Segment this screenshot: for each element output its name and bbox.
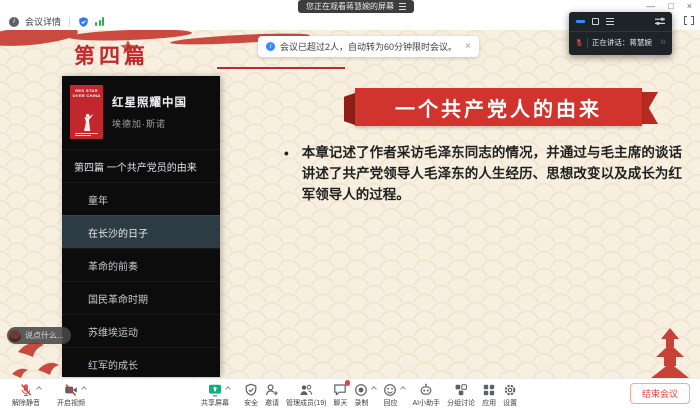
ai-robot-icon [419,383,433,397]
panel-grid-view-icon[interactable] [592,18,599,25]
speaking-indicator: 正在讲话：蒋慧婉 [592,37,652,48]
decorative-rule [217,67,345,69]
window-minimize-button[interactable]: — [646,1,655,11]
chat-placeholder: 说点什么... [25,330,64,341]
meeting-notification: i 会议已超过2人，自动转为60分钟限时会议。 × [258,36,479,57]
slide-body-paragraph: • 本章记述了作者采访毛泽东同志的情况，并通过与毛主席的谈话讲述了共产党领导人毛… [284,143,682,206]
toc-item-prelude-revolution[interactable]: 革命的前奏 [62,248,220,281]
collapse-chevrons-icon[interactable]: » [660,37,666,48]
notification-text: 会议已超过2人，自动转为60分钟限时会议。 [280,40,457,53]
settings-button[interactable]: 设置 [503,382,517,408]
toc-item-soviet-movement[interactable]: 苏维埃运动 [62,314,220,347]
panel-layout-settings-icon[interactable] [655,17,665,26]
book-author: 埃德加·斯诺 [112,117,187,130]
smiley-reaction-icon [383,383,397,397]
meeting-app-window: 您正在观看蒋慧婉的屏幕 — □ × i 会议详情 [0,0,700,410]
book-header: RED STAR OVER CHINA 红星照耀中国 埃德加·斯诺 [62,76,220,149]
watching-screen-text: 您正在观看蒋慧婉的屏幕 [306,1,394,12]
slide-banner-title: 一个共产党人的由来 [355,88,642,126]
security-shield-icon[interactable] [78,16,89,28]
toc-item-changsha-days[interactable]: 在长沙的日子 [62,215,220,248]
panel-minimize-icon[interactable] [576,20,585,23]
hamburger-icon[interactable] [399,3,406,10]
chevron-up-icon[interactable] [401,386,407,392]
security-button[interactable]: 安全 [244,382,258,408]
record-icon [354,383,368,397]
bugler-silhouette-icon [74,103,98,133]
reactions-button[interactable]: 回应 [383,382,397,408]
chevron-up-icon[interactable] [81,386,87,392]
info-icon: i [266,42,275,51]
notification-close-button[interactable]: × [465,41,471,52]
members-icon [299,383,313,397]
muted-mic-icon [575,37,583,48]
unmute-button[interactable]: 解除静音 [12,382,40,408]
camera-off-icon [64,383,78,397]
book-title: 红星照耀中国 [112,94,187,110]
slide-section-title: 第四篇 [74,40,149,70]
slide-body-text: 本章记述了作者采访毛泽东同志的情况，并通过与毛主席的谈话讲述了共产党领导人毛泽东… [302,143,682,206]
slide-banner-ribbon: 一个共产党人的由来 [344,85,658,129]
end-meeting-button[interactable]: 结束会议 [630,383,690,404]
watching-screen-banner: 您正在观看蒋慧婉的屏幕 [298,0,414,13]
meeting-details-button[interactable]: 会议详情 [25,15,61,28]
toc-header[interactable]: 第四篇 一个共产党员的由来 [62,149,220,182]
network-signal-icon[interactable] [95,17,104,26]
bullet-marker: • [284,143,289,206]
fullscreen-brackets-icon[interactable] [684,16,694,25]
invite-button[interactable]: 邀请 [265,382,279,408]
gear-icon [503,383,517,397]
quick-chat-input[interactable]: 说点什么... [7,327,71,344]
shield-icon [244,383,258,397]
record-button[interactable]: 录制 [354,382,368,408]
toc-item-childhood[interactable]: 童年 [62,182,220,215]
start-video-button[interactable]: 开启视频 [57,382,85,408]
cover-title-line2: OVER CHINA [70,93,103,98]
avatar [9,330,21,342]
breakout-groups-icon [454,383,468,397]
mic-muted-icon [19,383,33,397]
ai-assistant-button[interactable]: AI小助手 [412,382,440,408]
window-maximize-button[interactable]: □ [668,1,673,11]
chevron-up-icon[interactable] [36,386,42,392]
chevron-up-icon[interactable] [225,386,231,392]
window-close-button[interactable]: × [687,1,692,11]
chat-unread-badge [345,380,351,386]
manage-members-button[interactable]: 管理成员(19) [286,382,326,408]
shared-screen-slide: 第四篇 i 会议已超过2人，自动转为60分钟限时会议。 × RED STAR O… [0,30,700,378]
divider [69,17,70,26]
info-icon: i [9,17,19,27]
slide-sidebar: RED STAR OVER CHINA 红星照耀中国 埃德加·斯诺 第四篇 一个… [62,76,220,377]
toc-item-red-army-growth[interactable]: 红军的成长 [62,347,220,377]
chat-button[interactable]: 聊天 [333,382,347,408]
share-screen-icon [208,383,222,397]
breakout-rooms-button[interactable]: 分组讨论 [447,382,475,408]
video-float-panel[interactable]: 正在讲话：蒋慧婉 » [569,12,672,55]
panel-list-view-icon[interactable] [606,18,614,25]
toc-item-national-revolution[interactable]: 国民革命时期 [62,281,220,314]
invite-person-icon [265,383,279,397]
meeting-toolbar: 解除静音 开启视频 [0,378,700,410]
chevron-up-icon[interactable] [372,386,378,392]
apps-button[interactable]: 应用 [482,382,496,408]
share-screen-button[interactable]: 共享屏幕 [201,382,229,408]
apps-grid-icon [482,383,496,397]
cover-fineprint [75,133,98,137]
book-cover: RED STAR OVER CHINA [70,85,103,139]
